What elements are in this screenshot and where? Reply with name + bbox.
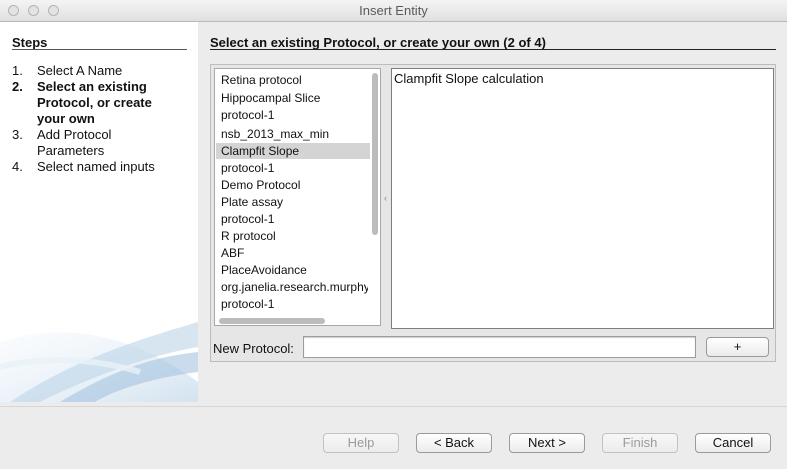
list-item-selected[interactable]: Clampfit Slope [216,143,370,159]
split-handle-icon[interactable]: ‹ [384,193,387,203]
add-protocol-button[interactable]: + [706,337,769,357]
step-label: Select an existing Protocol, or create y… [37,79,152,126]
step-label: Select named inputs [37,159,155,174]
horizontal-scrollbar-thumb[interactable] [219,318,325,324]
list-item[interactable]: org.janelia.research.murphy [216,279,368,295]
list-item[interactable]: protocol-1 [216,296,370,312]
steps-divider [12,49,187,50]
list-item[interactable]: PlaceAvoidance [216,262,370,278]
list-item[interactable]: Plate assay [216,194,370,210]
list-item[interactable]: Demo Protocol [216,177,370,193]
vertical-scrollbar-thumb[interactable] [372,73,378,235]
list-item[interactable]: protocol-1 [216,107,370,123]
title-bar: Insert Entity [0,0,787,22]
step-number: 3. [12,127,23,142]
step-label: Select A Name [37,63,123,78]
protocol-panel: Retina protocol Hippocampal Slice protoc… [210,64,776,362]
list-item[interactable]: Hippocampal Slice [216,90,370,106]
finish-button[interactable]: Finish [602,433,678,453]
list-item[interactable]: protocol-1 [216,211,370,227]
steps-panel: Steps 1. Select A Name 2. Select an exis… [0,22,198,402]
next-button[interactable]: Next > [509,433,585,453]
decorative-swoosh-graphic [0,322,198,402]
protocol-detail: Clampfit Slope calculation [391,68,774,329]
footer-divider [0,406,787,407]
protocol-list[interactable]: Retina protocol Hippocampal Slice protoc… [214,68,381,326]
new-protocol-label: New Protocol: [213,341,294,356]
step-label: Add Protocol Parameters [37,127,112,158]
list-item[interactable]: nsb_2013_max_min [216,126,370,142]
protocol-description: Clampfit Slope calculation [394,71,544,86]
cancel-button[interactable]: Cancel [695,433,771,453]
list-item[interactable]: Retina protocol [216,72,370,88]
heading-divider [210,49,776,50]
back-button[interactable]: < Back [416,433,492,453]
steps-title: Steps [12,35,48,50]
step-number: 4. [12,159,23,174]
help-button[interactable]: Help [323,433,399,453]
new-protocol-input[interactable] [303,336,696,358]
step-number: 2. [12,79,23,94]
list-item[interactable]: ABF [216,245,370,261]
window-title: Insert Entity [359,3,428,18]
page-heading: Select an existing Protocol, or create y… [210,35,546,50]
list-item[interactable]: R protocol [216,228,370,244]
step-number: 1. [12,63,23,78]
list-item[interactable]: protocol-1 [216,160,370,176]
